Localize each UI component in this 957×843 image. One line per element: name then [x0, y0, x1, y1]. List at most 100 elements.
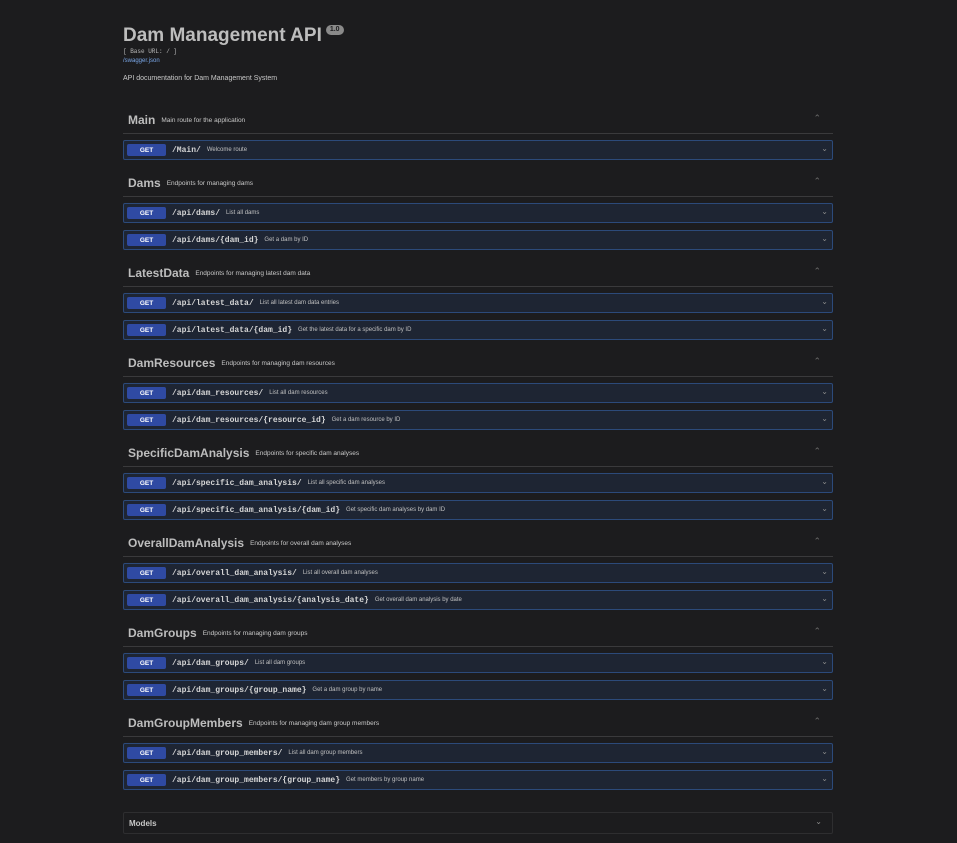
chevron-down-icon[interactable]: ⌄ [821, 477, 828, 486]
operation-get-dam-group-by-name[interactable]: GET /api/dam_groups/{group_name} Get a d… [123, 680, 833, 700]
chevron-down-icon[interactable]: ⌄ [821, 297, 828, 306]
chevron-up-icon[interactable]: ⌃ [813, 716, 821, 727]
method-badge: GET [127, 747, 166, 759]
method-badge: GET [127, 594, 166, 606]
swagger-ui: Dam Management API 1.0 [ Base URL: / ] /… [0, 0, 957, 843]
chevron-down-icon[interactable]: ⌄ [821, 567, 828, 576]
title-row: Dam Management API 1.0 [123, 24, 833, 48]
base-url: [ Base URL: / ] [123, 48, 178, 55]
operation-get-latest-data[interactable]: GET /api/latest_data/ List all latest da… [123, 293, 833, 313]
operation-summary: List all dam resources [269, 390, 328, 396]
tag-description: Endpoints for managing dam resources [221, 359, 335, 367]
operation-get-dam-resource-by-id[interactable]: GET /api/dam_resources/{resource_id} Get… [123, 410, 833, 430]
operation-get-dam-resources[interactable]: GET /api/dam_resources/ List all dam res… [123, 383, 833, 403]
tag-name: DamGroups [128, 626, 197, 640]
chevron-down-icon[interactable]: ⌄ [821, 387, 828, 396]
operation-get-latest-data-by-id[interactable]: GET /api/latest_data/{dam_id} Get the la… [123, 320, 833, 340]
method-badge: GET [127, 207, 166, 219]
tag-description: Endpoints for managing dams [166, 179, 254, 187]
operation-summary: Welcome route [206, 147, 248, 153]
operation-path: /Main/ [172, 145, 201, 155]
tag-damresources[interactable]: DamResources Endpoints for managing dam … [123, 352, 833, 377]
operation-summary: List all dam group members [288, 750, 363, 756]
chevron-up-icon[interactable]: ⌃ [813, 446, 821, 457]
chevron-down-icon[interactable]: ⌄ [821, 144, 828, 153]
tag-divider [123, 196, 833, 197]
tag-name: Main [128, 113, 156, 127]
tag-damgroupmembers[interactable]: DamGroupMembers Endpoints for managing d… [123, 712, 833, 737]
operation-path: /api/dam_groups/{group_name} [172, 685, 307, 695]
method-badge: GET [127, 144, 166, 156]
chevron-down-icon[interactable]: ⌄ [821, 324, 828, 333]
method-badge: GET [127, 387, 166, 399]
api-description: API documentation for Dam Management Sys… [123, 75, 278, 82]
operation-get-dam-group-members[interactable]: GET /api/dam_group_members/ List all dam… [123, 743, 833, 763]
tag-latestdata[interactable]: LatestData Endpoints for managing latest… [123, 262, 833, 287]
chevron-down-icon[interactable]: ⌄ [815, 817, 822, 826]
operation-get-overall-dam-analysis[interactable]: GET /api/overall_dam_analysis/ List all … [123, 563, 833, 583]
tag-main[interactable]: Main Main route for the application ⌃ [123, 109, 833, 134]
operation-path: /api/overall_dam_analysis/{analysis_date… [172, 595, 369, 605]
tag-divider [123, 736, 833, 737]
tag-divider [123, 556, 833, 557]
tag-name: SpecificDamAnalysis [128, 446, 250, 460]
tag-overalldamanalysis[interactable]: OverallDamAnalysis Endpoints for overall… [123, 532, 833, 557]
method-badge: GET [127, 477, 166, 489]
chevron-up-icon[interactable]: ⌃ [813, 626, 821, 637]
operation-path: /api/dam_resources/ [172, 388, 264, 398]
operation-get-overall-dam-analysis-by-date[interactable]: GET /api/overall_dam_analysis/{analysis_… [123, 590, 833, 610]
operation-path: /api/latest_data/{dam_id} [172, 325, 293, 335]
chevron-down-icon[interactable]: ⌄ [821, 414, 828, 423]
operation-summary: List all specific dam analyses [307, 480, 385, 486]
chevron-up-icon[interactable]: ⌃ [813, 536, 821, 547]
tag-name: DamResources [128, 356, 216, 370]
chevron-down-icon[interactable]: ⌄ [821, 684, 828, 693]
chevron-up-icon[interactable]: ⌃ [813, 266, 821, 277]
tag-description: Endpoints for managing dam group members [248, 719, 380, 727]
chevron-down-icon[interactable]: ⌄ [821, 504, 828, 513]
chevron-down-icon[interactable]: ⌄ [821, 207, 828, 216]
chevron-up-icon[interactable]: ⌃ [813, 176, 821, 187]
operation-summary: Get a dam group by name [312, 687, 383, 693]
method-badge: GET [127, 297, 166, 309]
chevron-down-icon[interactable]: ⌄ [821, 774, 828, 783]
chevron-up-icon[interactable]: ⌃ [813, 356, 821, 367]
operation-path: /api/overall_dam_analysis/ [172, 568, 297, 578]
operation-path: /api/dams/{dam_id} [172, 235, 259, 245]
models-section[interactable]: Models ⌄ [123, 812, 833, 834]
operation-path: /api/latest_data/ [172, 298, 254, 308]
operation-summary: List all latest dam data entries [259, 300, 339, 306]
operation-get-dams[interactable]: GET /api/dams/ List all dams ⌄ [123, 203, 833, 223]
tag-specificdamanalysis[interactable]: SpecificDamAnalysis Endpoints for specif… [123, 442, 833, 467]
chevron-down-icon[interactable]: ⌄ [821, 234, 828, 243]
operation-summary: Get specific dam analyses by dam ID [346, 507, 446, 513]
operation-path: /api/dam_group_members/ [172, 748, 283, 758]
chevron-down-icon[interactable]: ⌄ [821, 594, 828, 603]
operation-summary: Get a dam resource by ID [331, 417, 401, 423]
tag-divider [123, 466, 833, 467]
operation-get-specific-dam-analysis-by-id[interactable]: GET /api/specific_dam_analysis/{dam_id} … [123, 500, 833, 520]
swagger-json-link[interactable]: /swagger.json [123, 56, 833, 66]
operation-path: /api/dam_group_members/{group_name} [172, 775, 341, 785]
operation-summary: Get overall dam analysis by date [374, 597, 462, 603]
tag-name: LatestData [128, 266, 190, 280]
operation-get-members-by-group-name[interactable]: GET /api/dam_group_members/{group_name} … [123, 770, 833, 790]
tag-damgroups[interactable]: DamGroups Endpoints for managing dam gro… [123, 622, 833, 647]
operation-get-main[interactable]: GET /Main/ Welcome route ⌄ [123, 140, 833, 160]
tag-divider [123, 286, 833, 287]
tag-divider [123, 133, 833, 134]
tag-dams[interactable]: Dams Endpoints for managing dams ⌃ [123, 172, 833, 197]
operation-get-specific-dam-analysis[interactable]: GET /api/specific_dam_analysis/ List all… [123, 473, 833, 493]
operation-summary: Get members by group name [346, 777, 425, 783]
chevron-up-icon[interactable]: ⌃ [813, 113, 821, 124]
operation-summary: List all overall dam analyses [302, 570, 378, 576]
operation-get-dam-groups[interactable]: GET /api/dam_groups/ List all dam groups… [123, 653, 833, 673]
operation-get-dam-by-id[interactable]: GET /api/dams/{dam_id} Get a dam by ID ⌄ [123, 230, 833, 250]
tag-name: DamGroupMembers [128, 716, 243, 730]
chevron-down-icon[interactable]: ⌄ [821, 747, 828, 756]
tag-description: Endpoints for managing latest dam data [195, 269, 311, 277]
chevron-down-icon[interactable]: ⌄ [821, 657, 828, 666]
version-badge: 1.0 [325, 25, 344, 35]
operation-summary: List all dams [226, 210, 260, 216]
method-badge: GET [127, 567, 166, 579]
